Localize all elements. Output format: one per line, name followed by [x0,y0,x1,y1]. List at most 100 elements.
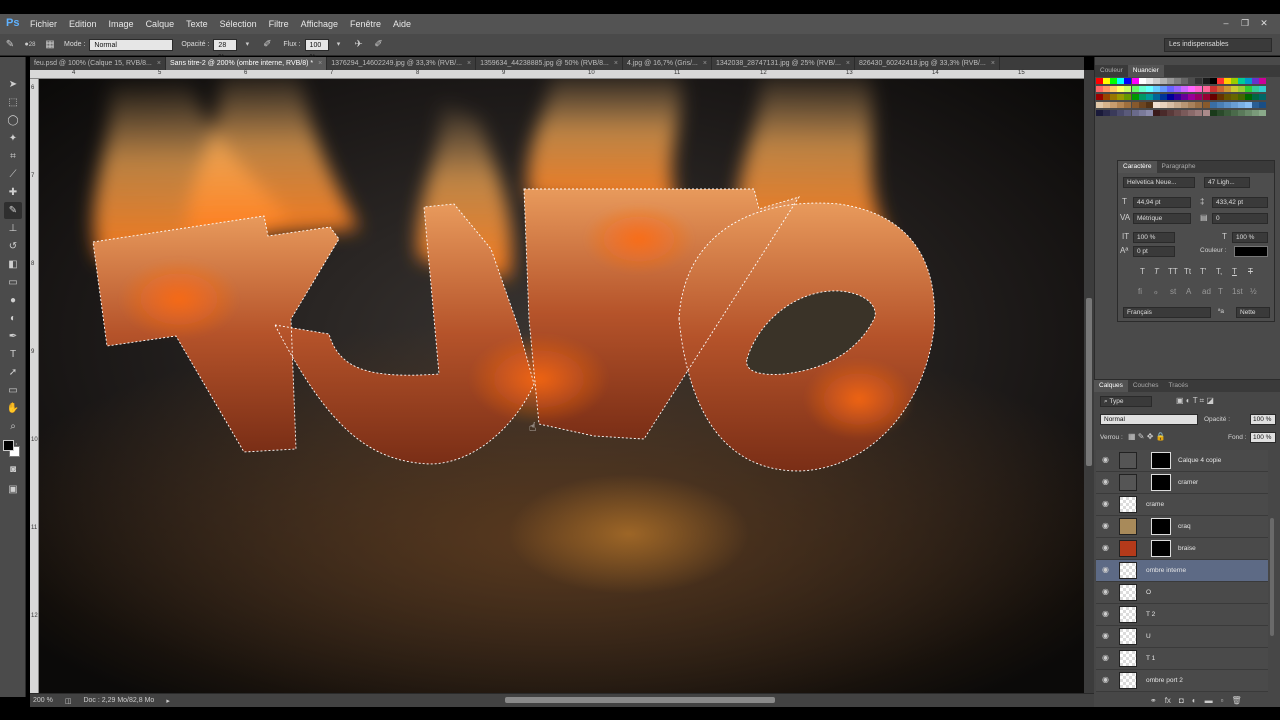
opacity-field[interactable]: 28 % [213,38,238,61]
color-swatch[interactable] [1230,94,1238,100]
color-swatch[interactable] [1209,110,1217,116]
close-tab-icon[interactable]: × [991,60,995,67]
color-swatch[interactable] [1167,78,1174,84]
superscript-button[interactable]: T' [1200,267,1206,276]
color-swatch[interactable] [1167,94,1174,100]
color-swatch[interactable] [1096,102,1103,108]
vertical-scale-field[interactable]: 100 % [1133,232,1175,243]
color-swatch[interactable] [1195,86,1203,92]
color-swatch[interactable] [1124,110,1132,116]
color-swatch[interactable] [1103,102,1111,108]
color-swatch[interactable] [1252,94,1260,100]
color-swatch[interactable] [1245,110,1253,116]
layer-row[interactable]: ◉ T 2 [1096,604,1268,626]
color-swatch[interactable] [1110,78,1118,84]
color-swatch[interactable] [1145,86,1153,92]
crop-tool-icon[interactable]: ⌗ [4,148,22,165]
color-swatch[interactable] [1202,102,1210,108]
color-swatch[interactable] [1174,86,1182,92]
color-swatch[interactable] [1124,78,1132,84]
color-swatch[interactable] [1223,110,1231,116]
path-select-tool-icon[interactable]: ➚ [4,364,22,381]
color-swatch[interactable] [1145,102,1153,108]
leading-field[interactable]: 433,42 pt [1212,197,1268,208]
brush-tool-icon[interactable]: ✎ [4,202,22,219]
chevron-down-icon[interactable]: ▾ [332,38,346,52]
alternates-button[interactable]: ℴ [1154,287,1158,296]
color-swatch[interactable] [1181,102,1189,108]
tab-calques[interactable]: Calques [1094,380,1128,392]
layer-row[interactable]: ◉ Calque 4 copie [1096,450,1268,472]
close-button[interactable]: ✕ [1256,17,1272,29]
color-swatch[interactable] [1103,86,1111,92]
color-swatch[interactable] [1159,110,1167,116]
strikethrough-button[interactable]: T [1248,267,1253,276]
layer-row[interactable]: ◉ braise [1096,538,1268,560]
color-swatch[interactable] [1103,78,1111,84]
color-swatch[interactable] [1181,110,1189,116]
discretionary-ligatures-button[interactable]: st [1170,287,1176,296]
move-tool-icon[interactable]: ➤ [4,76,22,93]
color-swatch[interactable] [1138,110,1146,116]
color-swatch[interactable] [1174,110,1182,116]
menu-affichage[interactable]: Affichage [301,14,338,34]
color-swatch[interactable] [1195,110,1203,116]
document-tab[interactable]: 1376294_14602249.jpg @ 33,3% (RVB/... × [327,57,477,70]
menu-fichier[interactable]: Fichier [30,14,57,34]
color-swatch[interactable] [1117,86,1125,92]
document-canvas[interactable]: ☝ [39,79,1084,693]
color-swatch[interactable] [1188,86,1196,92]
color-swatch[interactable] [1145,94,1153,100]
small-caps-button[interactable]: Tt [1184,267,1191,276]
color-swatch[interactable] [1245,94,1253,100]
chevron-down-icon[interactable]: ▾ [240,38,254,52]
color-swatch[interactable] [1152,102,1160,108]
color-swatch[interactable] [1230,78,1238,84]
text-color-swatch[interactable] [1234,246,1268,257]
color-swatch[interactable] [1238,78,1245,84]
document-tab[interactable]: 826430_60242418.jpg @ 33,3% (RVB/... × [854,57,1000,70]
color-swatch[interactable] [1181,86,1189,92]
menu-image[interactable]: Image [109,14,134,34]
mode-select[interactable]: Normal [89,38,174,51]
color-swatch[interactable] [1259,86,1267,92]
layer-mask-thumbnail[interactable] [1151,540,1171,557]
color-swatch[interactable] [1174,102,1182,108]
visibility-eye-icon[interactable]: ◉ [1102,544,1110,552]
close-tab-icon[interactable]: × [614,60,618,67]
gradient-tool-icon[interactable]: ▭ [4,274,22,291]
filter-icons[interactable]: ▣ ◐ T ⌗ ◪ [1176,396,1214,406]
color-swatch[interactable] [1138,94,1146,100]
color-swatch[interactable] [1202,78,1210,84]
workspace-select[interactable]: Les indispensables [1164,38,1272,52]
document-tab[interactable]: feu.psd @ 100% (Calque 15, RVB/8... × [30,57,166,70]
layer-row[interactable]: ◉ U [1096,626,1268,648]
color-swatch[interactable] [1131,78,1139,84]
layer-row[interactable]: ◉ cramer [1096,472,1268,494]
color-swatch[interactable] [1245,86,1253,92]
visibility-eye-icon[interactable]: ◉ [1102,654,1110,662]
color-swatch[interactable] [1117,102,1125,108]
color-swatch[interactable] [1252,86,1260,92]
faux-italic-button[interactable]: T [1154,267,1159,276]
swatches-grid[interactable] [1096,78,1267,128]
layer-row[interactable]: ◉ ombre port 2 [1096,670,1268,692]
shape-tool-icon[interactable]: ▭ [4,382,22,399]
font-style-select[interactable]: 47 Ligh... [1204,177,1250,188]
color-swatch[interactable] [1238,110,1245,116]
color-swatch[interactable] [1103,110,1111,116]
color-swatch[interactable] [1138,86,1146,92]
color-swatch[interactable] [1216,110,1224,116]
pressure-size-icon[interactable]: ✐ [372,38,386,52]
color-swatch[interactable] [1238,86,1245,92]
quick-select-tool-icon[interactable]: ✦ [4,130,22,147]
color-swatch[interactable] [1195,78,1203,84]
color-swatch[interactable] [1096,86,1103,92]
flow-field[interactable]: 100 % [304,38,329,61]
color-swatch[interactable] [1252,110,1260,116]
color-swatch[interactable] [1245,78,1253,84]
color-swatch[interactable] [1230,102,1238,108]
menu-edition[interactable]: Edition [69,14,97,34]
restore-button[interactable]: ❐ [1237,17,1253,29]
color-swatch[interactable] [1230,110,1238,116]
